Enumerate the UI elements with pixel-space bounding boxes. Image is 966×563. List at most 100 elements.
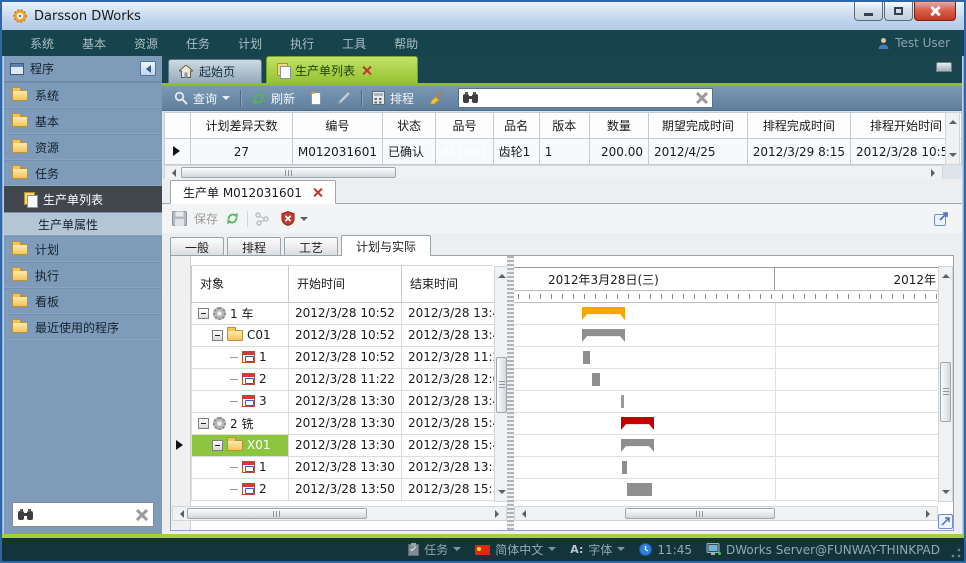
sidebar-item-execute[interactable]: 执行 — [4, 262, 162, 288]
subtab-general[interactable]: 一般 — [170, 237, 224, 256]
status-language-menu[interactable]: 简体中文 — [475, 541, 556, 558]
tree-horizontal-scrollbar[interactable] — [172, 506, 507, 521]
user-menu[interactable]: Test User — [877, 36, 950, 50]
tree-col-object[interactable]: 对象 — [192, 266, 289, 302]
grid-col-diff-days[interactable]: 计划差异天数 — [191, 113, 293, 139]
scroll-right-icon[interactable] — [926, 510, 934, 518]
validation-button[interactable] — [277, 209, 312, 228]
new-button[interactable] — [305, 89, 327, 108]
cell-sched-finish[interactable]: 2012/3/29 8:15 — [747, 139, 850, 165]
scroll-down-icon[interactable] — [942, 490, 950, 498]
status-font-menu[interactable]: A: 字体 — [570, 541, 625, 558]
cell-item-name[interactable]: 齿轮1 — [493, 139, 539, 165]
scrollbar-thumb[interactable] — [181, 167, 396, 178]
sidebar-item-recent-programs[interactable]: 最近使用的程序 — [4, 314, 162, 340]
sidebar-search-input[interactable] — [38, 508, 131, 522]
gantt-bar[interactable] — [592, 373, 600, 386]
sidebar-item-plan[interactable]: 计划 — [4, 236, 162, 262]
gantt-horizontal-scrollbar[interactable] — [514, 506, 938, 521]
grid-col-code[interactable]: 编号 — [292, 113, 382, 139]
table-row[interactable]: 27 M012031601 已确认 A11001 齿轮1 1 200.00 20… — [165, 139, 962, 165]
menu-execute[interactable]: 执行 — [276, 31, 328, 56]
minimize-button[interactable] — [854, 2, 883, 21]
save-label[interactable]: 保存 — [194, 210, 218, 227]
gantt-bar[interactable] — [627, 483, 652, 496]
grid-col-qty[interactable]: 数量 — [589, 113, 648, 139]
cell-status[interactable]: 已确认 — [382, 139, 435, 165]
scroll-left-icon[interactable] — [176, 510, 184, 518]
grid-col-status[interactable]: 状态 — [382, 113, 435, 139]
menu-resource[interactable]: 资源 — [120, 31, 172, 56]
detail-tab-production-order[interactable]: 生产单 M012031601 — [170, 180, 336, 204]
table-row[interactable]: 1 2012/3/28 13:30 2012/3/28 13:50 — [192, 456, 515, 478]
scrollbar-thumb[interactable] — [496, 357, 507, 413]
refresh-icon[interactable] — [225, 211, 240, 226]
menu-help[interactable]: 帮助 — [380, 31, 432, 56]
routing-icon[interactable] — [255, 212, 270, 226]
sidebar-item-basic[interactable]: 基本 — [4, 108, 162, 134]
tab-close-icon[interactable] — [361, 65, 372, 76]
resize-grip[interactable] — [951, 548, 961, 558]
table-row[interactable]: C01 2012/3/28 10:52 2012/3/28 13:40 — [192, 324, 515, 346]
sidebar-item-production-order-list[interactable]: 生产单列表 — [4, 186, 162, 212]
tab-start-page[interactable]: 起始页 — [168, 59, 262, 83]
gantt-bar[interactable] — [621, 417, 654, 430]
menu-system[interactable]: 系统 — [16, 31, 68, 56]
cell-version[interactable]: 1 — [539, 139, 589, 165]
cell-diff-days[interactable]: 27 — [191, 139, 293, 165]
sidebar-collapse-button[interactable] — [140, 61, 156, 76]
scroll-left-icon[interactable] — [168, 169, 176, 177]
scroll-right-icon[interactable] — [495, 510, 503, 518]
schedule-button[interactable]: 排程 — [368, 88, 418, 109]
grid-col-item-no[interactable]: 品号 — [436, 113, 493, 139]
scroll-up-icon[interactable] — [498, 270, 506, 278]
scroll-down-icon[interactable] — [498, 490, 506, 498]
scrollbar-thumb[interactable] — [940, 362, 951, 422]
sidebar-item-resource[interactable]: 资源 — [4, 134, 162, 160]
gantt-expand-icon[interactable] — [938, 514, 953, 529]
grid-vertical-scrollbar[interactable] — [945, 112, 960, 165]
edit-button[interactable] — [333, 89, 355, 107]
cell-item-no[interactable]: A11001 — [436, 139, 493, 165]
collapse-expander-icon[interactable] — [198, 418, 209, 429]
splitter-handle[interactable] — [507, 256, 514, 530]
scrollbar-thumb[interactable] — [187, 508, 367, 519]
grid-horizontal-scrollbar[interactable] — [164, 165, 943, 180]
collapse-expander-icon[interactable] — [212, 330, 223, 341]
cell-expect-finish[interactable]: 2012/4/25 — [648, 139, 747, 165]
menu-tools[interactable]: 工具 — [328, 31, 380, 56]
table-row[interactable]: 2 2012/3/28 13:50 2012/3/28 15:30 — [192, 478, 515, 500]
table-row[interactable]: 3 2012/3/28 13:30 2012/3/28 13:40 — [192, 390, 515, 412]
refresh-button[interactable]: 刷新 — [247, 88, 299, 109]
scrollbar-thumb[interactable] — [625, 508, 775, 519]
status-task-menu[interactable]: 任务 — [408, 541, 461, 558]
table-row[interactable]: 1 2012/3/28 10:52 2012/3/28 11:22 — [192, 346, 515, 368]
subtab-schedule[interactable]: 排程 — [227, 237, 281, 256]
subtab-plan-vs-actual[interactable]: 计划与实际 — [341, 235, 431, 256]
gantt-bar[interactable] — [582, 329, 625, 342]
close-button[interactable] — [914, 2, 956, 21]
grid-col-sched-finish[interactable]: 排程完成时间 — [747, 113, 850, 139]
list-search-input[interactable] — [483, 91, 691, 105]
collapse-expander-icon[interactable] — [198, 308, 209, 319]
tree-col-start[interactable]: 开始时间 — [289, 266, 402, 302]
sidebar-item-system[interactable]: 系统 — [4, 82, 162, 108]
clear-search-icon[interactable] — [136, 509, 148, 521]
clean-button[interactable] — [424, 89, 448, 108]
menu-basic[interactable]: 基本 — [68, 31, 120, 56]
maximize-button[interactable] — [884, 2, 913, 21]
table-row[interactable]: 2 2012/3/28 11:22 2012/3/28 12:00 — [192, 368, 515, 390]
grid-col-version[interactable]: 版本 — [539, 113, 589, 139]
gantt-bar[interactable] — [582, 307, 625, 320]
row-selector[interactable] — [165, 139, 191, 165]
cell-code[interactable]: M012031601 — [292, 139, 382, 165]
sidebar-item-kanban[interactable]: 看板 — [4, 288, 162, 314]
detail-tab-close-icon[interactable] — [312, 187, 323, 198]
sidebar-item-production-order-properties[interactable]: 生产单属性 — [4, 212, 162, 236]
subtab-process[interactable]: 工艺 — [284, 237, 338, 256]
gantt-bar[interactable] — [583, 351, 590, 364]
scroll-down-icon[interactable] — [949, 153, 957, 161]
save-icon[interactable] — [172, 211, 187, 226]
query-button[interactable]: 查询 — [170, 88, 234, 109]
grid-col-expect-finish[interactable]: 期望完成时间 — [648, 113, 747, 139]
